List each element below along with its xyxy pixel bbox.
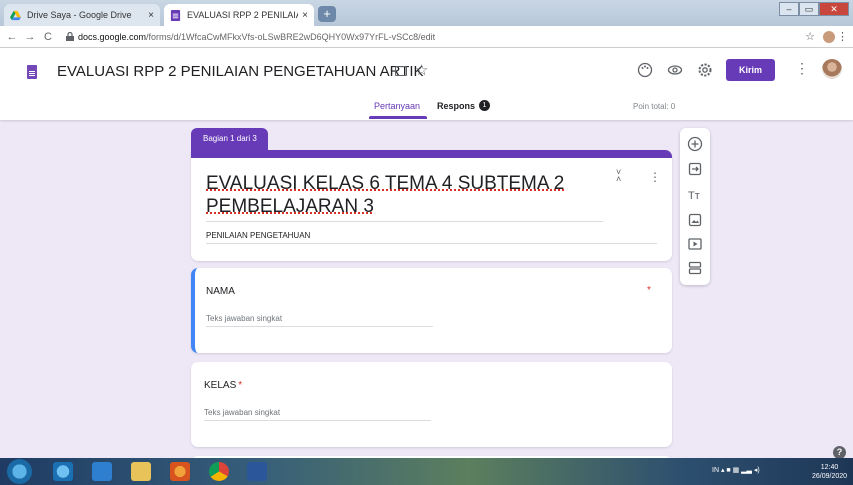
browser-tab-strip: Drive Saya - Google Drive × EVALUASI RPP…	[0, 0, 853, 26]
avatar[interactable]	[822, 59, 842, 79]
import-icon[interactable]	[687, 161, 703, 177]
short-answer-placeholder: Teks jawaban singkat	[204, 408, 281, 417]
address-bar: ← → C docs.google.com/forms/d/1WfcaCwMFk…	[0, 26, 853, 48]
floating-toolbar: Tт	[680, 128, 710, 285]
settings-icon[interactable]	[697, 62, 713, 78]
clock-time: 12:40	[820, 464, 839, 471]
maximize-icon[interactable]: ▭	[799, 2, 819, 16]
tab-drive-title: Drive Saya - Google Drive	[27, 10, 132, 20]
language-indicator: IN	[712, 467, 719, 474]
clock[interactable]: 12:40 26/09/2020	[812, 463, 847, 481]
question-card-nama[interactable]: NAMA * Teks jawaban singkat	[191, 268, 672, 353]
forward-icon[interactable]: →	[24, 31, 36, 43]
system-tray[interactable]: IN ▴ ■ ▦ ▂▃ ◂)	[712, 466, 760, 474]
file-explorer-icon[interactable]	[131, 462, 151, 481]
tab-drive[interactable]: Drive Saya - Google Drive ×	[4, 4, 160, 26]
required-mark: *	[647, 285, 651, 296]
url-host: docs.google.com	[78, 31, 147, 42]
firefox-icon[interactable]	[170, 462, 190, 481]
responses-count-badge: 1	[479, 100, 490, 111]
minimize-icon[interactable]: –	[779, 2, 799, 16]
chrome-icon[interactable]	[209, 462, 229, 481]
section-description[interactable]: PENILAIAN PENGETAHUAN	[206, 231, 310, 240]
image-icon[interactable]	[687, 212, 703, 228]
word-icon[interactable]	[247, 462, 267, 481]
required-mark: *	[238, 380, 243, 391]
divider	[206, 221, 603, 222]
url-path: /forms/d/1WfcaCwMFkxVfs-oLSwBRE2wD6QHY0W…	[146, 31, 436, 42]
eye-icon[interactable]	[667, 62, 683, 78]
form-title[interactable]: EVALUASI RPP 2 PENILAIAN PENGETAHUAN ART…	[57, 63, 424, 80]
star-icon[interactable]: ☆	[415, 61, 428, 79]
palette-icon[interactable]	[637, 62, 653, 78]
clock-date: 26/09/2020	[812, 473, 848, 480]
active-tab-indicator	[369, 116, 427, 119]
question-title-text: KELAS	[204, 380, 237, 391]
close-icon[interactable]: ×	[302, 10, 308, 21]
taskbar: IN ▴ ■ ▦ ▂▃ ◂) 12:40 26/09/2020	[0, 458, 853, 485]
answer-underline	[206, 326, 433, 327]
url-field[interactable]: docs.google.com/forms/d/1WfcaCwMFkxVfs-o…	[78, 32, 435, 42]
send-button[interactable]: Kirim	[726, 59, 775, 81]
video-icon[interactable]	[687, 236, 703, 252]
add-question-icon[interactable]	[687, 136, 703, 152]
question-card-kelas[interactable]: KELAS * Teks jawaban singkat	[191, 362, 672, 447]
window-controls: – ▭ ✕	[779, 2, 849, 16]
google-drive-icon	[10, 10, 21, 20]
more-options-icon[interactable]: ⋮	[795, 60, 809, 77]
profile-avatar[interactable]	[823, 30, 835, 43]
media-player-icon[interactable]	[92, 462, 112, 481]
section-label: Bagian 1 dari 3	[191, 128, 268, 150]
question-title[interactable]: NAMA	[206, 286, 235, 297]
short-answer-placeholder: Teks jawaban singkat	[206, 314, 283, 323]
section-title-card[interactable]: EVALUASI KELAS 6 TEMA 4 SUBTEMA 2 PEMBEL…	[191, 150, 672, 261]
collapse-section-icon[interactable]: ˅ ˄	[616, 168, 621, 184]
svg-text:Tт: Tт	[688, 190, 700, 202]
browser-menu-icon[interactable]: ⋮	[837, 30, 848, 43]
internet-explorer-icon[interactable]	[53, 462, 73, 481]
bookmark-star-icon[interactable]: ☆	[805, 30, 815, 43]
window-close-icon[interactable]: ✕	[819, 2, 849, 16]
section-title[interactable]: EVALUASI KELAS 6 TEMA 4 SUBTEMA 2 PEMBEL…	[206, 172, 606, 218]
back-icon[interactable]: ←	[6, 31, 18, 43]
forms-logo-icon[interactable]	[27, 65, 37, 79]
divider	[206, 243, 657, 244]
lock-icon	[66, 32, 74, 41]
section-icon[interactable]	[687, 260, 703, 276]
title-icon[interactable]: Tт	[687, 186, 703, 202]
folder-icon[interactable]	[395, 66, 407, 76]
new-tab-button[interactable]: +	[318, 6, 336, 22]
tab-responses[interactable]: Respons	[437, 101, 475, 111]
tab-forms-title: EVALUASI RPP 2 PENILAIAN PEN	[187, 10, 298, 20]
form-tabs: Pertanyaan Respons 1 Poin total: 0	[0, 100, 853, 120]
start-button[interactable]	[7, 459, 32, 484]
answer-underline	[204, 420, 431, 421]
form-header: EVALUASI RPP 2 PENILAIAN PENGETAHUAN ART…	[0, 48, 853, 120]
close-icon[interactable]: ×	[148, 10, 154, 21]
total-points: Poin total: 0	[633, 102, 676, 111]
google-forms-icon	[170, 9, 181, 21]
tab-questions[interactable]: Pertanyaan	[374, 101, 420, 111]
tab-forms[interactable]: EVALUASI RPP 2 PENILAIAN PEN ×	[164, 4, 314, 26]
question-title[interactable]: KELAS *	[204, 380, 242, 391]
reload-icon[interactable]: C	[42, 31, 54, 43]
section-more-icon[interactable]: ⋮	[649, 170, 661, 184]
